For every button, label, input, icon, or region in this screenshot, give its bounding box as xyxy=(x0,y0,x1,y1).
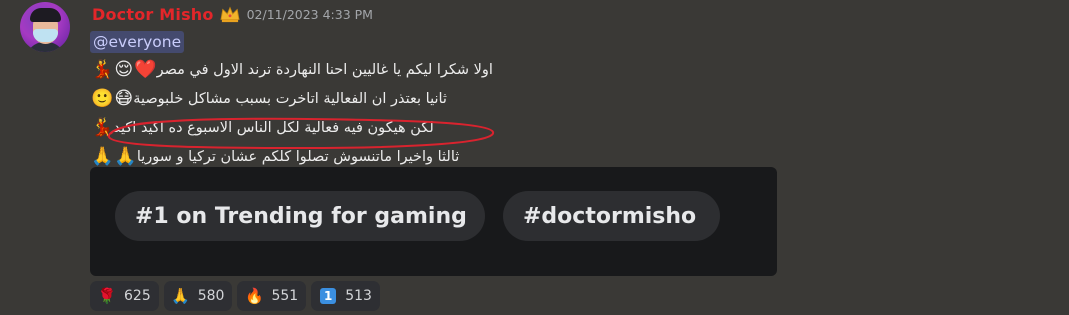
heart-icon: ❤️ xyxy=(134,58,157,80)
author-name[interactable]: Doctor Misho xyxy=(92,5,214,24)
reaction-rose[interactable]: 🌹 625 xyxy=(90,281,159,311)
folded-hands-icon: 🙏 xyxy=(91,145,114,167)
mask-face-icon: 😷 xyxy=(114,87,134,109)
reaction-count: 513 xyxy=(345,288,372,304)
keycap-one-glyph: 1 xyxy=(320,288,337,304)
message-line: ثانيا بعتذر ان الفعالية اتاخرت بسبب مشاك… xyxy=(90,84,560,113)
message-header: Doctor Misho 02/11/2023 4:33 PM xyxy=(92,3,373,25)
avatar-hair xyxy=(30,8,61,22)
message-body: اولا شكرا ليكم يا غاليين احنا النهاردة ت… xyxy=(90,55,560,171)
rose-icon: 🌹 xyxy=(97,287,117,305)
reaction-folded-hands[interactable]: 🙏 580 xyxy=(163,281,233,311)
reactions-bar: 🌹 625 🙏 580 🔥 551 1 513 xyxy=(90,281,380,311)
line-text: لكن هيكون فيه فعالية لكل الناس الاسبوع د… xyxy=(113,119,434,136)
reaction-keycap-one[interactable]: 1 513 xyxy=(311,281,380,311)
message-line: اولا شكرا ليكم يا غاليين احنا النهاردة ت… xyxy=(90,55,560,84)
line-text: اولا شكرا ليكم يا غاليين احنا النهاردة ت… xyxy=(156,61,493,78)
message-line: لكن هيكون فيه فعالية لكل الناس الاسبوع د… xyxy=(90,113,560,149)
dancer-icon: 💃 xyxy=(91,58,114,80)
message-timestamp[interactable]: 02/11/2023 4:33 PM xyxy=(247,7,373,22)
chat-message: Doctor Misho 02/11/2023 4:33 PM @everyon… xyxy=(0,0,1069,315)
trending-embed[interactable]: #1 on Trending for gaming #doctormisho xyxy=(90,167,777,276)
line-text-circled: لكن هيكون فيه فعالية لكل الناس الاسبوع د… xyxy=(108,117,495,149)
folded-hands-icon: 🙏 xyxy=(114,145,137,167)
avatar-mask xyxy=(33,29,58,42)
reaction-count: 580 xyxy=(197,288,225,304)
fire-icon: 🔥 xyxy=(245,287,264,305)
line-text: ثالثا واخيرا ماتنسوش تصلوا كلكم عشان ترك… xyxy=(136,148,460,165)
folded-hands-icon: 🙏 xyxy=(171,287,191,305)
crown-icon xyxy=(220,6,240,23)
hashtag-pill[interactable]: #doctormisho xyxy=(503,191,720,241)
line-text: ثانيا بعتذر ان الفعالية اتاخرت بسبب مشاك… xyxy=(133,90,447,107)
smiling-face-icon: 🙂 xyxy=(91,87,114,109)
dancer-icon: 💃 xyxy=(91,116,114,138)
relieved-face-icon: 😌 xyxy=(114,58,134,80)
everyone-mention[interactable]: @everyone xyxy=(90,31,185,53)
reaction-fire[interactable]: 🔥 551 xyxy=(237,281,307,311)
reaction-count: 551 xyxy=(271,288,299,304)
trending-tag-pill[interactable]: #1 on Trending for gaming xyxy=(115,191,485,241)
avatar[interactable] xyxy=(20,2,70,52)
keycap-one-icon: 1 xyxy=(319,287,337,305)
reaction-count: 625 xyxy=(124,288,151,304)
